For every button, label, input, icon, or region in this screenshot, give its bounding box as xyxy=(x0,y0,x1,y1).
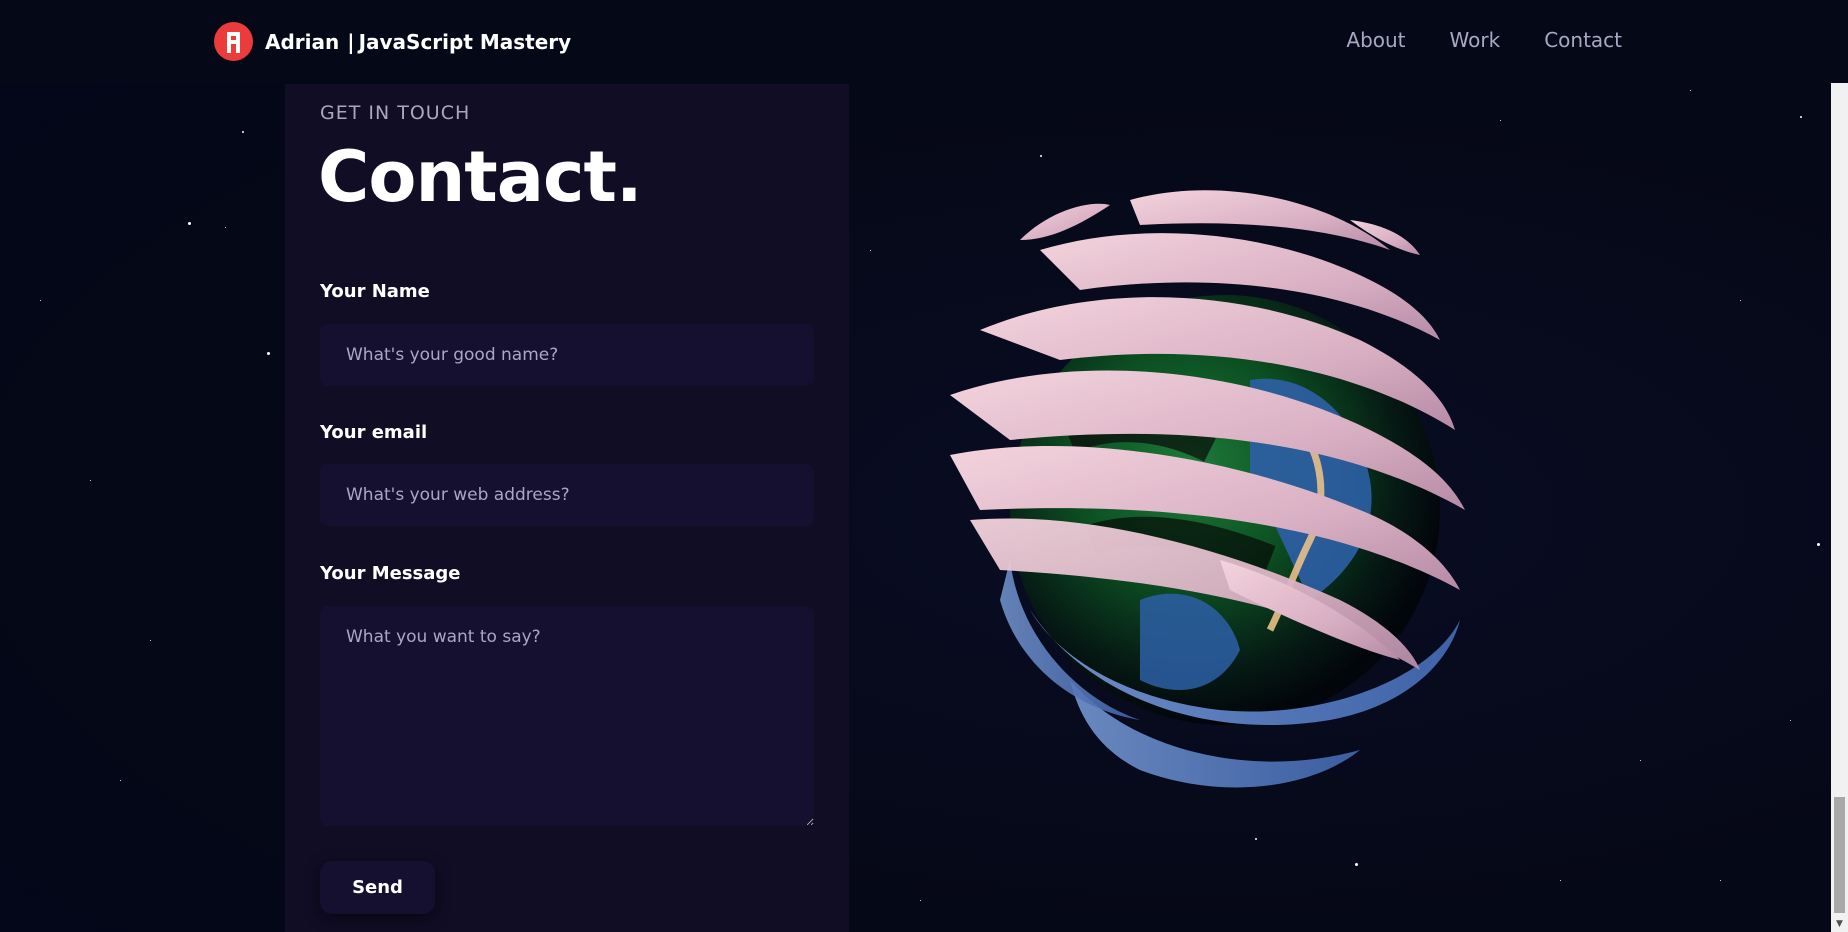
star xyxy=(1690,90,1691,91)
nav-link-work[interactable]: Work xyxy=(1450,28,1501,52)
scroll-down-icon[interactable]: ▼ xyxy=(1831,915,1848,932)
brand-link[interactable]: Adrian | JavaScript Mastery xyxy=(214,22,571,61)
star xyxy=(120,780,121,781)
star xyxy=(1560,880,1561,881)
name-input[interactable] xyxy=(320,324,814,386)
name-label: Your Name xyxy=(320,281,430,302)
earth-canvas[interactable] xyxy=(890,180,1550,830)
star xyxy=(188,222,191,225)
brand-first-name: Adrian xyxy=(265,29,340,54)
section-subtitle: GET IN TOUCH xyxy=(320,102,471,124)
star xyxy=(267,352,270,355)
message-textarea[interactable] xyxy=(320,606,814,826)
brand-separator: | xyxy=(347,29,355,54)
contact-panel: GET IN TOUCH Contact. Your Name Your ema… xyxy=(285,84,849,932)
star xyxy=(1740,300,1741,301)
nav-link-about[interactable]: About xyxy=(1346,28,1405,52)
star xyxy=(1040,155,1042,157)
brand-suffix: JavaScript Mastery xyxy=(358,29,572,54)
brand-name: Adrian | JavaScript Mastery xyxy=(265,30,571,54)
star xyxy=(1790,720,1791,721)
message-label: Your Message xyxy=(320,563,461,584)
send-button[interactable]: Send xyxy=(320,861,435,914)
star xyxy=(1640,760,1641,761)
page-scrollbar[interactable]: ▲ ▼ xyxy=(1831,0,1848,932)
star xyxy=(1720,880,1721,881)
star xyxy=(150,640,151,641)
logo-icon xyxy=(214,22,253,61)
star xyxy=(1500,120,1501,121)
navbar: Adrian | JavaScript Mastery About Work Con… xyxy=(0,0,1848,83)
star xyxy=(1817,543,1820,546)
star xyxy=(40,300,41,301)
star xyxy=(225,227,226,228)
star xyxy=(242,131,244,133)
email-label: Your email xyxy=(320,422,428,443)
star xyxy=(90,480,91,481)
scrollbar-thumb[interactable] xyxy=(1834,797,1845,913)
nav-links: About Work Contact xyxy=(1346,28,1622,52)
email-input[interactable] xyxy=(320,464,814,526)
nav-link-contact[interactable]: Contact xyxy=(1544,28,1622,52)
section-title: Contact. xyxy=(318,136,643,218)
page: Adrian | JavaScript Mastery About Work Con… xyxy=(0,0,1848,932)
star xyxy=(1355,863,1358,866)
earth-model xyxy=(950,190,1465,788)
star xyxy=(870,250,871,251)
star xyxy=(1255,838,1257,840)
star xyxy=(1800,116,1802,118)
logo-glyph xyxy=(227,31,240,53)
star xyxy=(920,900,921,901)
